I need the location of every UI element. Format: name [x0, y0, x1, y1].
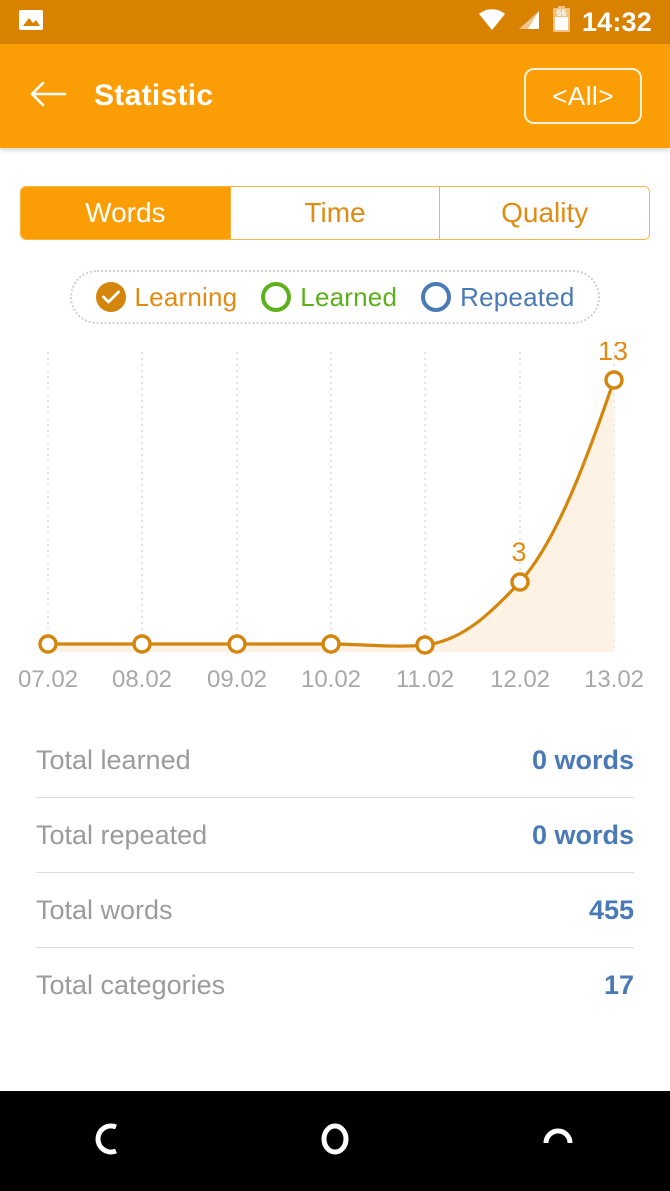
image-icon: [18, 7, 44, 38]
stat-label: Total repeated: [36, 819, 208, 850]
back-arrow-icon: [29, 79, 67, 114]
data-point: [510, 572, 530, 592]
x-axis-tick: 10.02: [301, 666, 361, 693]
cell-signal-icon: [517, 8, 541, 37]
words-line-chart[interactable]: 3 13 07.02 08.02 09.02 10.02 11.02 12.02…: [0, 342, 670, 697]
check-icon: [95, 282, 126, 312]
x-axis-tick: 13.02: [584, 666, 644, 693]
legend-label-learning: Learning: [134, 281, 238, 312]
back-button[interactable]: [28, 76, 68, 116]
legend-label-learned: Learned: [300, 281, 398, 312]
chart-x-axis-labels: 07.02 08.02 09.02 10.02 11.02 12.02 13.0…: [18, 666, 644, 693]
x-axis-tick: 07.02: [18, 666, 78, 693]
data-point-label: 3: [511, 537, 526, 567]
data-point: [38, 634, 58, 654]
summary-stats-list: Total learned 0 words Total repeated 0 w…: [36, 723, 634, 1022]
stat-value: 0 words: [531, 819, 634, 850]
nav-back-icon: [92, 1119, 132, 1164]
stat-row-total-repeated: Total repeated 0 words: [36, 798, 634, 873]
circle-outline-icon: [421, 282, 452, 312]
legend-item-learning[interactable]: Learning: [95, 281, 238, 313]
chart-series-legend: Learning Learned Repeated: [70, 270, 600, 324]
legend-label-repeated: Repeated: [460, 281, 575, 312]
filter-all-button[interactable]: <All>: [524, 68, 642, 124]
android-navigation-bar: [0, 1091, 670, 1191]
x-axis-tick: 11.02: [396, 666, 454, 693]
nav-home-button[interactable]: [223, 1119, 446, 1164]
data-point: [415, 635, 435, 655]
x-axis-tick: 12.02: [490, 666, 550, 693]
nav-back-button[interactable]: [0, 1119, 223, 1164]
stat-label: Total learned: [36, 744, 191, 775]
tab-quality[interactable]: Quality: [439, 187, 649, 239]
stat-value: 455: [588, 894, 634, 925]
app-bar: Statistic <All>: [0, 44, 670, 148]
stat-value: 0 words: [531, 744, 634, 775]
battery-level-text: 66: [556, 8, 566, 18]
circle-outline-icon: [261, 282, 292, 312]
status-bar-clock: 14:32: [581, 6, 652, 37]
page-title: Statistic: [94, 79, 214, 112]
stat-value: 17: [603, 969, 634, 1000]
stat-row-total-learned: Total learned 0 words: [36, 723, 634, 798]
data-point: [132, 634, 152, 654]
nav-home-icon: [315, 1119, 355, 1164]
nav-recents-icon: [538, 1119, 578, 1164]
tab-time[interactable]: Time: [229, 187, 440, 239]
stat-row-total-categories: Total categories 17: [36, 948, 634, 1022]
main-content: Words Time Quality Learning Learned Repe…: [0, 186, 670, 1173]
stat-label: Total words: [36, 894, 173, 925]
wifi-icon: [478, 8, 506, 37]
status-bar-right-icons: 66 14:32: [478, 6, 652, 38]
data-point-label: 13: [598, 342, 628, 366]
chart-canvas: 3 13 07.02 08.02 09.02 10.02 11.02 12.02…: [18, 342, 644, 693]
stat-label: Total categories: [36, 969, 226, 1000]
status-bar-left-icons: [18, 7, 44, 38]
legend-item-learned[interactable]: Learned: [261, 282, 397, 313]
x-axis-tick: 08.02: [112, 666, 172, 693]
x-axis-tick: 09.02: [207, 666, 267, 693]
data-point: [227, 634, 247, 654]
data-point: [604, 370, 624, 390]
tab-words[interactable]: Words: [21, 187, 230, 239]
status-bar: 66 14:32: [0, 0, 670, 44]
stat-row-total-words: Total words 455: [36, 873, 634, 948]
nav-recents-button[interactable]: [447, 1119, 670, 1164]
statistic-type-tabs: Words Time Quality: [20, 186, 650, 240]
data-point: [321, 634, 341, 654]
battery-icon: 66: [552, 6, 571, 38]
legend-item-repeated[interactable]: Repeated: [421, 282, 574, 313]
